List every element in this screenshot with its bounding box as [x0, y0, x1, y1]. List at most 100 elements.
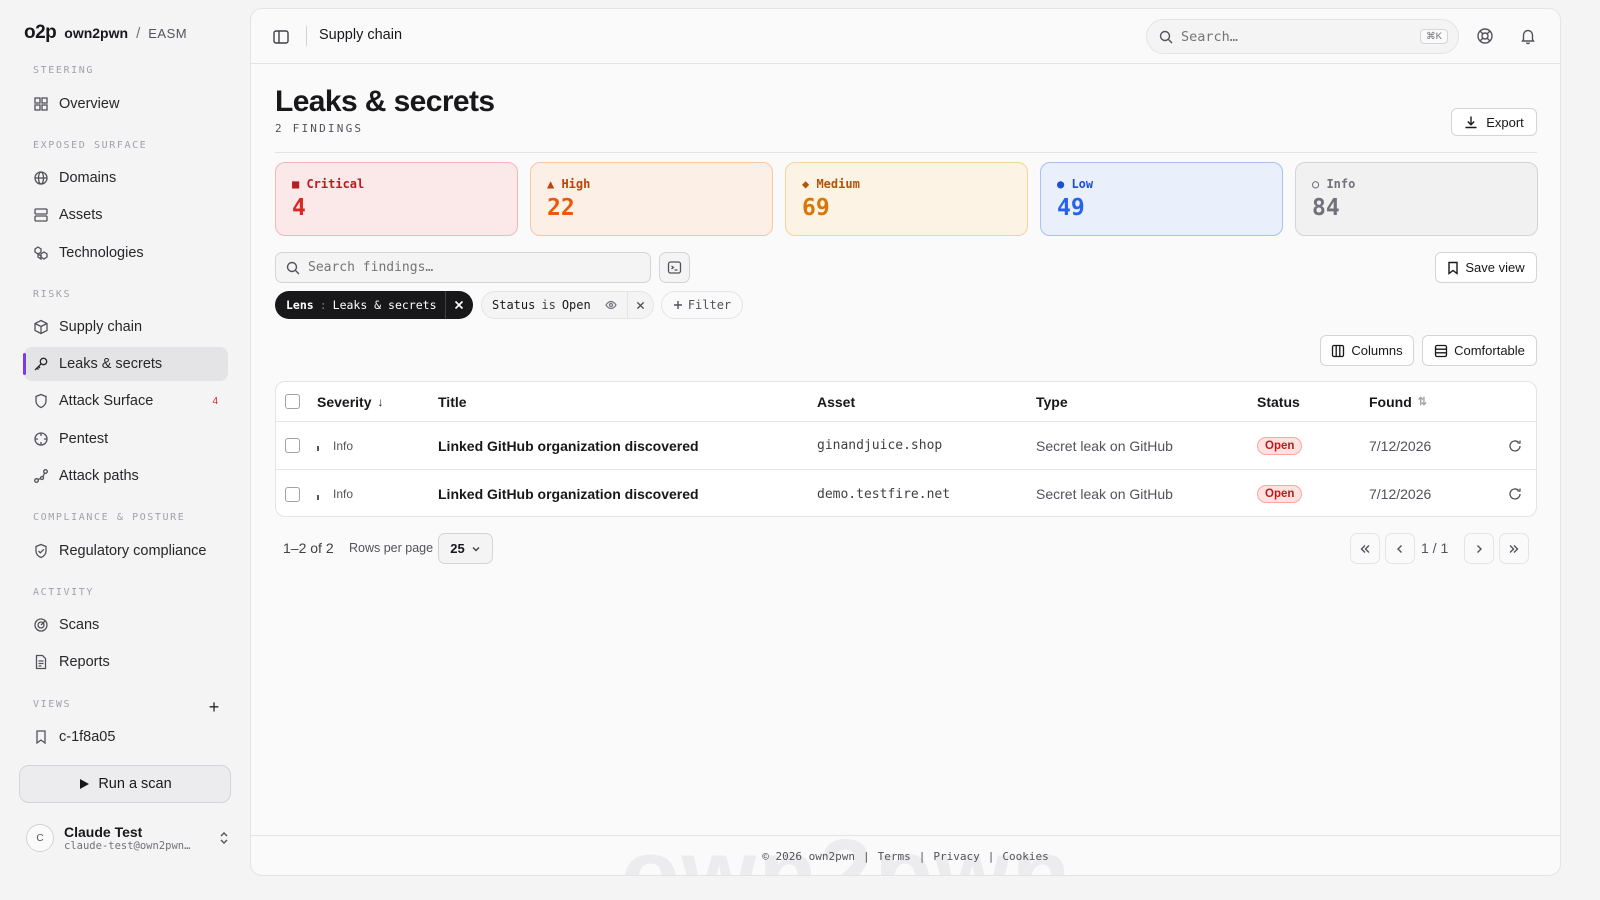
- columns-icon: [1332, 344, 1345, 357]
- severity-count: 69: [802, 195, 830, 221]
- severity-card-critical[interactable]: ■ Critical 4: [275, 162, 518, 236]
- close-icon: [636, 301, 644, 309]
- terms-link[interactable]: Terms: [878, 850, 911, 863]
- lens-filter-chip[interactable]: Lens : Leaks & secrets: [275, 291, 473, 319]
- sidebar-item-attack-paths[interactable]: Attack paths: [24, 459, 228, 493]
- column-type[interactable]: Type: [1036, 382, 1068, 421]
- run-scan-button[interactable]: Run a scan: [19, 765, 231, 803]
- export-label: Export: [1486, 114, 1524, 130]
- severity-card-medium[interactable]: ◆ Medium 69: [785, 162, 1028, 236]
- sidebar-item-pentest[interactable]: Pentest: [24, 422, 228, 456]
- shield-check-icon: [35, 543, 47, 559]
- severity-cell: Info: [317, 470, 354, 516]
- last-page-button[interactable]: [1499, 533, 1529, 564]
- sidebar-item-view[interactable]: c-1f8a05: [24, 720, 228, 754]
- section-activity: ACTIVITY: [33, 587, 94, 598]
- sidebar-item-label: Overview: [59, 96, 120, 112]
- refresh-icon[interactable]: [1508, 439, 1522, 453]
- download-icon: [1465, 116, 1477, 129]
- sidebar-item-label: Attack paths: [59, 468, 139, 484]
- columns-button[interactable]: Columns: [1320, 335, 1414, 366]
- export-button[interactable]: Export: [1451, 108, 1537, 136]
- sidebar-toggle-icon[interactable]: [271, 27, 291, 47]
- previous-page-button[interactable]: [1385, 533, 1415, 564]
- brand[interactable]: o2p own2pwn / EASM: [24, 22, 187, 44]
- next-page-button[interactable]: [1464, 533, 1494, 564]
- remove-status-filter-button[interactable]: [626, 292, 653, 318]
- table-row[interactable]: Info Linked GitHub organization discover…: [276, 422, 1536, 470]
- global-search-input[interactable]: [1181, 28, 1413, 45]
- status-cell: Open: [1257, 470, 1303, 516]
- table-header: Severity ↓ Title Asset Type Status Found…: [276, 382, 1536, 422]
- breadcrumb[interactable]: Supply chain: [319, 27, 402, 43]
- severity-count: 49: [1057, 195, 1085, 221]
- asset-cell[interactable]: demo.testfire.net: [817, 470, 950, 516]
- help-icon[interactable]: [1476, 27, 1494, 45]
- severity-card-high[interactable]: ▲ High 22: [530, 162, 773, 236]
- row-checkbox[interactable]: [285, 486, 300, 502]
- first-page-button[interactable]: [1350, 533, 1380, 564]
- column-status[interactable]: Status: [1257, 382, 1300, 421]
- sidebar-item-reports[interactable]: Reports: [24, 645, 228, 679]
- sidebar: o2p own2pwn / EASM STEERING Overview EXP…: [0, 0, 250, 900]
- brand-name: own2pwn: [64, 25, 129, 41]
- density-button[interactable]: Comfortable: [1422, 335, 1537, 366]
- type-cell: Secret leak on GitHub: [1036, 437, 1173, 454]
- severity-count: 22: [547, 195, 575, 221]
- action-cell: [1508, 470, 1522, 516]
- type-cell: Secret leak on GitHub: [1036, 486, 1173, 502]
- sidebar-item-overview[interactable]: Overview: [24, 87, 228, 121]
- findings-search[interactable]: [275, 252, 651, 283]
- table-row[interactable]: Info Linked GitHub organization discover…: [276, 470, 1536, 516]
- severity-card-low[interactable]: ● Low 49: [1040, 162, 1283, 236]
- avatar: C: [26, 824, 54, 852]
- user-menu[interactable]: C Claude Test claude-test@own2pwn…: [26, 818, 230, 858]
- severity-text: Info: [333, 487, 354, 501]
- density-label: Comfortable: [1454, 343, 1525, 358]
- brand-logo: o2p: [24, 22, 57, 43]
- column-asset[interactable]: Asset: [817, 382, 855, 421]
- eye-icon[interactable]: [605, 299, 617, 311]
- page-indicator: 1 / 1: [1421, 540, 1449, 556]
- rows-per-page-select[interactable]: 25: [438, 533, 493, 564]
- sidebar-item-supply-chain[interactable]: Supply chain: [24, 310, 228, 344]
- section-exposed-surface: EXPOSED SURFACE: [33, 140, 148, 151]
- findings-search-input[interactable]: [308, 260, 640, 275]
- sidebar-item-technologies[interactable]: Technologies: [24, 236, 228, 270]
- crosshair-icon: [34, 432, 48, 446]
- global-search[interactable]: ⌘K: [1146, 19, 1459, 54]
- add-filter-button[interactable]: Filter: [661, 291, 743, 319]
- refresh-icon[interactable]: [1508, 487, 1522, 501]
- sidebar-item-assets[interactable]: Assets: [24, 198, 228, 232]
- cookies-link[interactable]: Cookies: [1002, 850, 1048, 863]
- status-badge: Open: [1257, 485, 1303, 503]
- asset-cell[interactable]: ginandjuice.shop: [817, 422, 942, 469]
- add-view-button[interactable]: +: [204, 698, 224, 718]
- action-cell: [1508, 422, 1522, 469]
- sidebar-item-regulatory-compliance[interactable]: Regulatory compliance: [24, 534, 228, 568]
- remove-lens-button[interactable]: [444, 291, 473, 319]
- column-title[interactable]: Title: [438, 382, 467, 421]
- status-filter-chip[interactable]: Status is Open: [481, 291, 654, 319]
- main-panel: Supply chain ⌘K Leaks & secrets 2 FINDIN…: [250, 8, 1561, 876]
- severity-card-info[interactable]: ○ Info 84: [1295, 162, 1538, 236]
- run-scan-label: Run a scan: [98, 776, 172, 792]
- column-severity[interactable]: Severity ↓: [317, 382, 383, 421]
- sidebar-item-domains[interactable]: Domains: [24, 161, 228, 195]
- column-found[interactable]: Found ⇅: [1369, 382, 1427, 421]
- status-badge: Open: [1257, 436, 1303, 455]
- sidebar-item-leaks-secrets[interactable]: Leaks & secrets: [23, 347, 228, 381]
- save-view-button[interactable]: Save view: [1435, 252, 1537, 283]
- title-cell[interactable]: Linked GitHub organization discovered: [438, 422, 699, 469]
- bell-icon[interactable]: [1519, 27, 1537, 45]
- findings-count: 2 FINDINGS: [275, 122, 364, 135]
- title-cell[interactable]: Linked GitHub organization discovered: [438, 470, 699, 516]
- status-filter-value: Open: [561, 298, 591, 312]
- sidebar-item-scans[interactable]: Scans: [24, 608, 228, 642]
- select-all-checkbox[interactable]: [285, 394, 300, 409]
- sidebar-item-label: c-1f8a05: [59, 729, 116, 745]
- privacy-link[interactable]: Privacy: [933, 850, 979, 863]
- row-checkbox[interactable]: [285, 438, 300, 453]
- query-mode-button[interactable]: [659, 252, 690, 283]
- sidebar-item-attack-surface[interactable]: Attack Surface 4: [24, 384, 228, 418]
